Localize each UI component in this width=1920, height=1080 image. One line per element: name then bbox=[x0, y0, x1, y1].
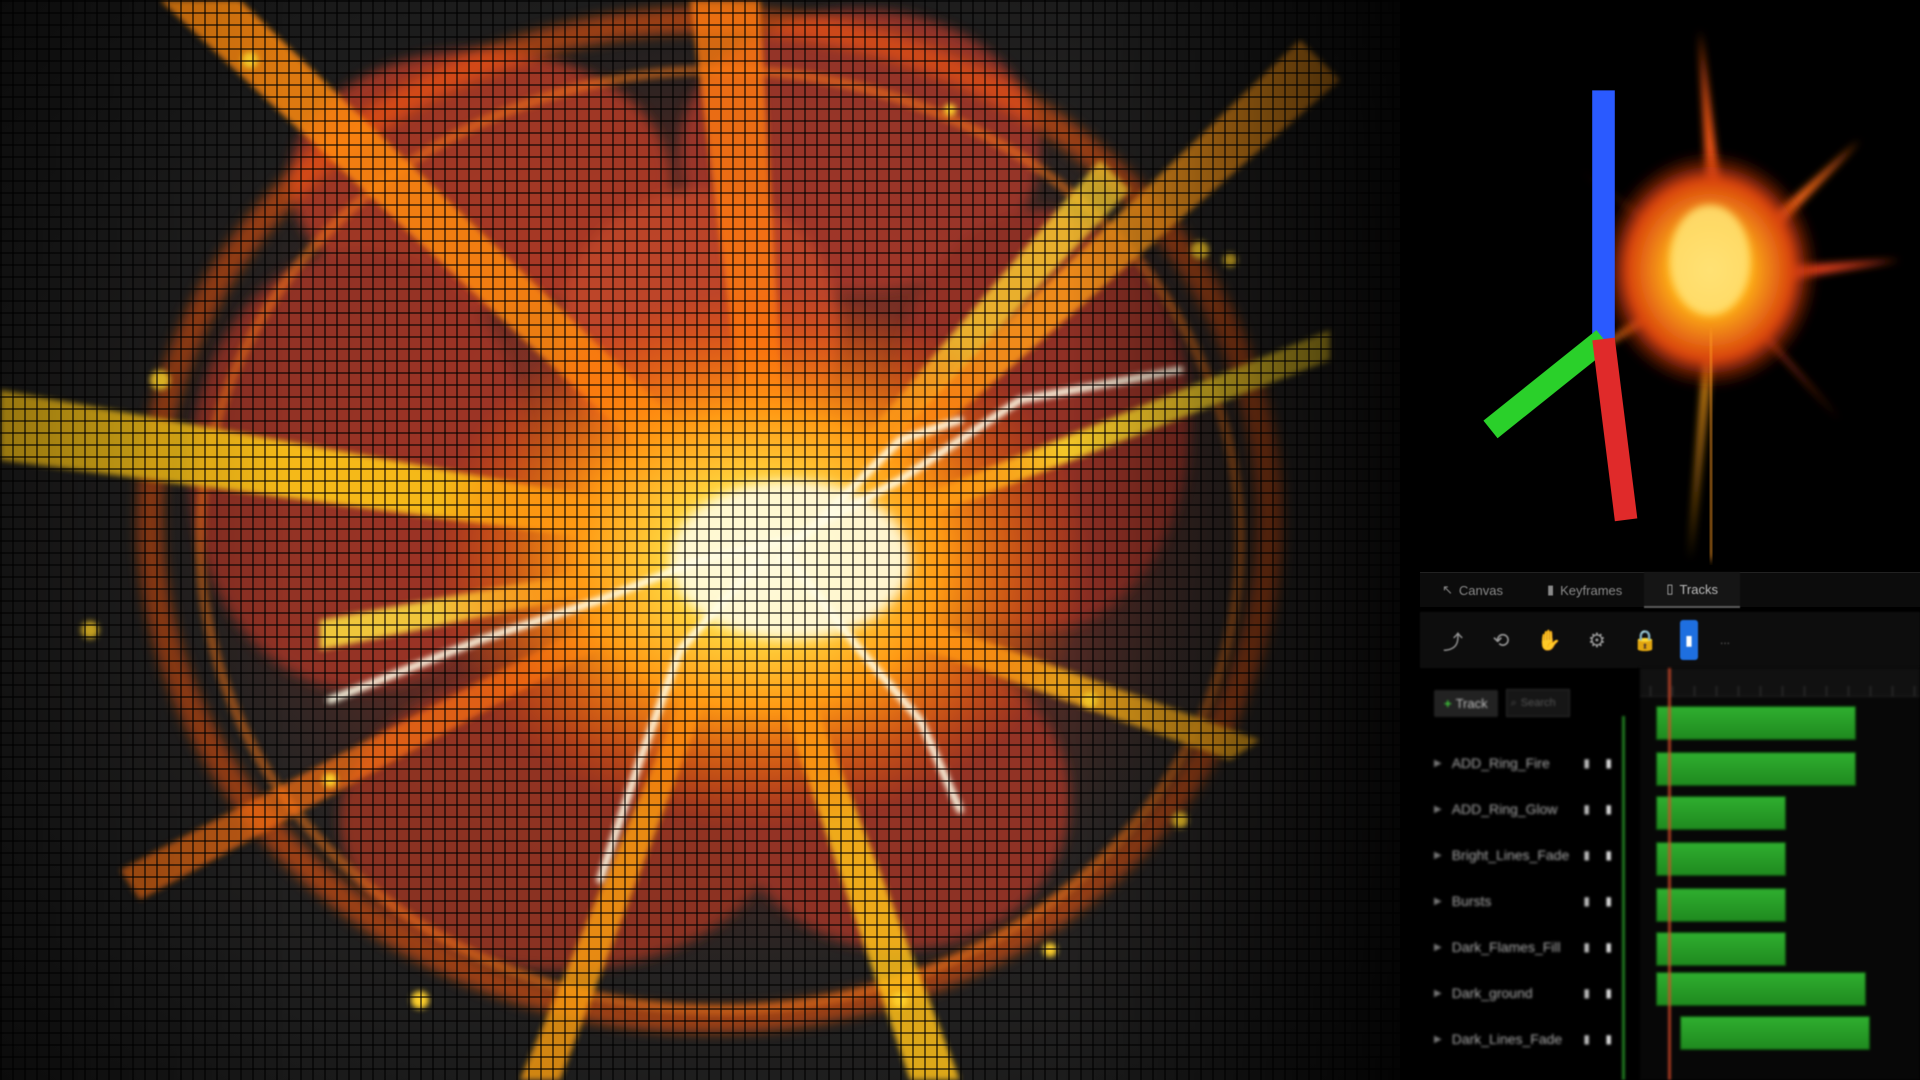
search-placeholder: Search bbox=[1520, 697, 1556, 709]
lock-icon[interactable]: ▮ bbox=[1605, 848, 1612, 862]
lock-icon[interactable]: ▮ bbox=[1605, 756, 1612, 770]
plus-icon: + bbox=[1444, 695, 1452, 711]
lock-tool-icon[interactable]: 🔒 bbox=[1632, 627, 1658, 653]
ruler-tick bbox=[1694, 686, 1695, 696]
tab-keyframes[interactable]: ▮ Keyframes bbox=[1525, 573, 1644, 607]
ruler-tick bbox=[1738, 686, 1739, 696]
visibility-icon[interactable]: ▮ bbox=[1583, 1032, 1590, 1046]
track-header: + Track ⌕ Search bbox=[1420, 678, 1630, 728]
track-name: ADD_Ring_Glow bbox=[1451, 801, 1558, 817]
ruler-tick bbox=[1716, 686, 1717, 696]
ruler-tick bbox=[1650, 686, 1651, 696]
ruler-tick bbox=[1782, 686, 1783, 696]
track-name: Dark_Flames_Fill bbox=[1451, 939, 1561, 955]
track-row[interactable]: ▶ Dark_ground ▮ ▮ bbox=[1420, 970, 1630, 1016]
track-name: Bright_Lines_Fade bbox=[1451, 847, 1570, 863]
ruler-tick bbox=[1870, 686, 1871, 696]
expand-arrow-icon[interactable]: ▶ bbox=[1434, 758, 1442, 769]
timeline-ruler[interactable] bbox=[1640, 668, 1920, 697]
track-name: ADD_Ring_Fire bbox=[1451, 755, 1550, 771]
ruler-tick bbox=[1672, 686, 1673, 696]
tab-tracks[interactable]: ▯ Tracks bbox=[1644, 572, 1740, 608]
timeline-clip[interactable] bbox=[1656, 842, 1786, 876]
visibility-icon[interactable]: ▮ bbox=[1583, 940, 1590, 954]
ruler-tick bbox=[1892, 686, 1893, 696]
preview-viewport[interactable] bbox=[1400, 0, 1920, 565]
rotate-tool-icon[interactable]: ⟲ bbox=[1488, 627, 1514, 653]
settings-tool-icon[interactable]: ⚙ bbox=[1584, 627, 1610, 653]
expand-arrow-icon[interactable]: ▶ bbox=[1434, 988, 1442, 999]
document-icon: ▮ bbox=[1546, 582, 1555, 597]
layers-icon: ▯ bbox=[1666, 581, 1674, 596]
expand-arrow-icon[interactable]: ▶ bbox=[1434, 896, 1442, 907]
expand-arrow-icon[interactable]: ▶ bbox=[1434, 942, 1442, 953]
active-range-line bbox=[1622, 716, 1625, 1080]
ruler-tick bbox=[1914, 686, 1915, 696]
visibility-icon[interactable]: ▮ bbox=[1583, 986, 1590, 1000]
visibility-icon[interactable]: ▮ bbox=[1583, 894, 1590, 908]
axis-gizmo-icon bbox=[1483, 90, 1638, 522]
tab-label: Canvas bbox=[1458, 582, 1503, 598]
add-track-button[interactable]: + Track bbox=[1434, 689, 1498, 717]
screen: ↖ Canvas ▮ Keyframes ▯ Tracks ⤴ ⟲ ✋ ⚙ 🔒 … bbox=[0, 0, 1920, 1080]
explosion-illustration bbox=[0, 0, 1340, 1080]
lock-icon[interactable]: ▮ bbox=[1605, 1032, 1612, 1046]
snap-toggle-button[interactable]: ▮ bbox=[1680, 620, 1698, 660]
timeline-area[interactable] bbox=[1622, 668, 1920, 1080]
effects-editor-panel: ↖ Canvas ▮ Keyframes ▯ Tracks ⤴ ⟲ ✋ ⚙ 🔒 … bbox=[1400, 0, 1920, 1080]
lock-icon[interactable]: ▮ bbox=[1605, 894, 1612, 908]
track-row[interactable]: ▶ Bursts ▮ ▮ bbox=[1420, 878, 1630, 924]
timeline-clip[interactable] bbox=[1656, 932, 1786, 966]
timeline-clip[interactable] bbox=[1656, 888, 1786, 922]
timeline-clip[interactable] bbox=[1656, 972, 1866, 1006]
track-row[interactable]: ▶ ADD_Ring_Glow ▮ ▮ bbox=[1420, 786, 1630, 832]
track-name: Dark_ground bbox=[1451, 985, 1533, 1001]
hand-tool-icon[interactable]: ✋ bbox=[1536, 627, 1562, 653]
add-track-label: Track bbox=[1455, 695, 1488, 711]
timeline-clip[interactable] bbox=[1656, 796, 1786, 830]
timeline-clip[interactable] bbox=[1656, 752, 1856, 786]
playhead[interactable] bbox=[1668, 668, 1671, 1080]
track-row[interactable]: ▶ Bright_Lines_Fade ▮ ▮ bbox=[1420, 832, 1630, 878]
timeline-clip[interactable] bbox=[1656, 706, 1856, 740]
visibility-icon[interactable]: ▮ bbox=[1583, 802, 1590, 816]
timeline-toolbar: ⤴ ⟲ ✋ ⚙ 🔒 ▮ ... bbox=[1420, 612, 1920, 668]
track-row[interactable]: ▶ ADD_Ring_Fire ▮ ▮ bbox=[1420, 740, 1630, 786]
search-icon: ⌕ bbox=[1510, 696, 1517, 709]
lock-icon[interactable]: ▮ bbox=[1605, 940, 1612, 954]
expand-arrow-icon[interactable]: ▶ bbox=[1434, 850, 1442, 861]
ruler-tick bbox=[1804, 686, 1805, 696]
expand-arrow-icon[interactable]: ▶ bbox=[1434, 1034, 1442, 1045]
visibility-icon[interactable]: ▮ bbox=[1583, 848, 1590, 862]
track-name: Dark_Lines_Fade bbox=[1451, 1031, 1563, 1047]
ruler-tick bbox=[1826, 686, 1827, 696]
tab-label: Keyframes bbox=[1560, 582, 1623, 598]
ruler-tick bbox=[1848, 686, 1849, 696]
track-row[interactable]: ▶ Dark_Flames_Fill ▮ ▮ bbox=[1420, 924, 1630, 970]
select-tool-icon[interactable]: ⤴ bbox=[1440, 627, 1466, 654]
editor-tab-bar: ↖ Canvas ▮ Keyframes ▯ Tracks bbox=[1420, 572, 1920, 608]
ruler-tick bbox=[1760, 686, 1761, 696]
track-search-input[interactable]: ⌕ Search bbox=[1505, 689, 1570, 717]
toolbar-more-label: ... bbox=[1720, 633, 1731, 647]
tab-canvas[interactable]: ↖ Canvas bbox=[1420, 573, 1525, 607]
cursor-icon: ↖ bbox=[1442, 582, 1453, 597]
visibility-icon[interactable]: ▮ bbox=[1583, 756, 1590, 770]
magnified-explosion-viewport bbox=[0, 0, 1420, 1080]
track-row[interactable]: ▶ Dark_Lines_Fade ▮ ▮ bbox=[1420, 1016, 1630, 1062]
track-list: ▶ ADD_Ring_Fire ▮ ▮ ▶ ADD_Ring_Glow ▮ ▮ ▶ Bright_… bbox=[1420, 740, 1630, 1080]
lock-icon[interactable]: ▮ bbox=[1605, 986, 1612, 1000]
track-name: Bursts bbox=[1451, 893, 1492, 909]
lock-icon[interactable]: ▮ bbox=[1605, 802, 1612, 816]
tab-label: Tracks bbox=[1679, 581, 1718, 597]
expand-arrow-icon[interactable]: ▶ bbox=[1434, 804, 1442, 815]
timeline-clip[interactable] bbox=[1680, 1016, 1870, 1050]
